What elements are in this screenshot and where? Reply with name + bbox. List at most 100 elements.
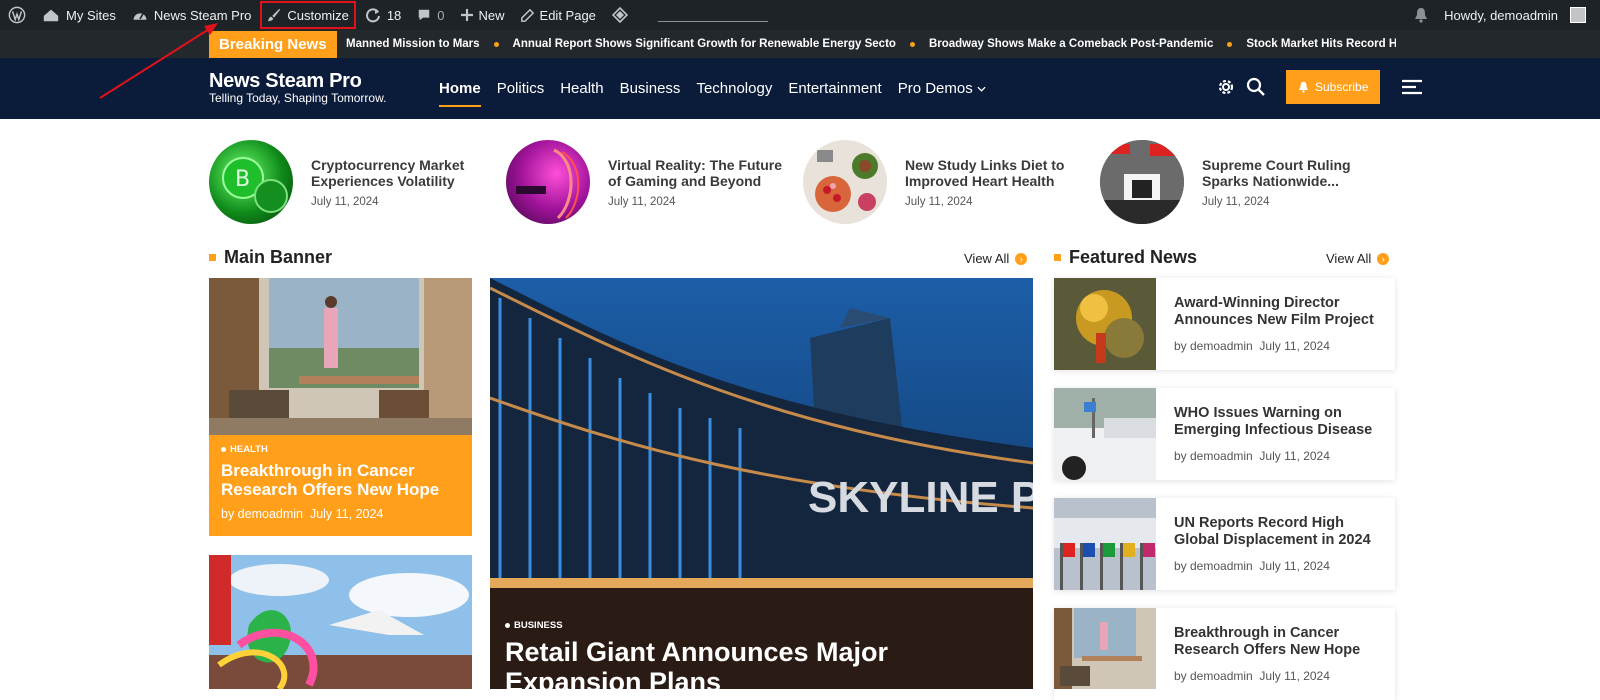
featured-item[interactable]: Breakthrough in Cancer Research Offers N… — [1054, 608, 1395, 700]
featured-meta: by demoadmin July 11, 2024 — [1174, 449, 1330, 463]
subscribe-button[interactable]: Subscribe — [1286, 70, 1381, 104]
diamond-icon — [611, 7, 628, 23]
featured-view-all[interactable]: View All › — [1326, 251, 1390, 266]
strip-item[interactable]: Virtual Reality: The Future of Gaming an… — [506, 140, 796, 224]
notifications-button[interactable] — [1406, 0, 1436, 30]
bitcoin-icon: B — [222, 157, 288, 213]
site-brand[interactable]: News Steam Pro Telling Today, Shaping To… — [209, 71, 386, 105]
strip-item[interactable]: Supreme Court Ruling Sparks Nationwide..… — [1100, 140, 1390, 224]
nav-health[interactable]: Health — [560, 76, 603, 101]
vr-headset-image — [516, 148, 580, 220]
trending-strip: B Cryptocurrency Market Experiences Vola… — [209, 140, 1393, 224]
card-author[interactable]: by demoadmin — [221, 507, 303, 521]
featured-date: July 11, 2024 — [1259, 449, 1330, 463]
nav-entertainment[interactable]: Entertainment — [788, 76, 881, 101]
hero-content: BUSINESS Retail Giant Announces Major Ex… — [505, 620, 1025, 689]
comment-bubble-icon — [419, 9, 430, 21]
chevron-right-icon: › — [1377, 252, 1390, 265]
refresh-icon — [365, 8, 380, 23]
featured-item[interactable]: Award-Winning Director Announces New Fil… — [1054, 278, 1395, 370]
card-content: HEALTH Breakthrough in Cancer Research O… — [221, 444, 461, 521]
banner-card[interactable]: HEALTH Breakthrough in Cancer Research O… — [209, 278, 472, 536]
hero-title[interactable]: Retail Giant Announces Major Expansion P… — [505, 637, 1025, 689]
featured-thumbnail — [1054, 608, 1156, 700]
svg-text:B: B — [235, 167, 250, 192]
featured-title[interactable]: Award-Winning Director Announces New Fil… — [1174, 295, 1384, 329]
edit-page-label: Edit Page — [539, 7, 596, 23]
user-account-menu[interactable]: Howdy, demoadmin — [1436, 0, 1600, 30]
hamburger-menu-icon[interactable] — [1402, 79, 1423, 95]
ticker-item[interactable]: Stock Market Hits Record High Amid — [1246, 38, 1396, 50]
thumbnail-image — [1054, 608, 1156, 689]
nav-technology[interactable]: Technology — [696, 76, 772, 101]
featured-thumbnail — [1054, 278, 1156, 370]
featured-author[interactable]: by demoadmin — [1174, 669, 1253, 683]
section-marker — [1054, 254, 1061, 261]
customize-button[interactable]: Customize — [259, 0, 356, 30]
strip-item[interactable]: New Study Links Diet to Improved Heart H… — [803, 140, 1093, 224]
strip-title[interactable]: Virtual Reality: The Future of Gaming an… — [608, 157, 788, 189]
strip-date: July 11, 2024 — [1202, 196, 1270, 208]
nav-pro-demos[interactable]: Pro Demos — [898, 76, 986, 101]
new-content-button[interactable]: New — [453, 0, 513, 30]
card-date: July 11, 2024 — [309, 507, 384, 521]
card-title[interactable]: Breakthrough in Cancer Research Offers N… — [221, 461, 461, 499]
main-banner-view-all[interactable]: View All › — [964, 251, 1028, 266]
featured-author[interactable]: by demoadmin — [1174, 339, 1253, 353]
thumbnail-image — [1054, 498, 1156, 590]
paintbrush-icon — [268, 8, 281, 22]
subscribe-label: Subscribe — [1315, 80, 1369, 94]
featured-title[interactable]: Breakthrough in Cancer Research Offers N… — [1174, 625, 1384, 659]
admin-search-input[interactable] — [657, 8, 768, 22]
updates-button[interactable]: 18 — [357, 0, 409, 30]
banner-card[interactable] — [209, 555, 472, 689]
ticker-item[interactable]: Broadway Shows Make a Comeback Post-Pand… — [929, 38, 1246, 50]
site-title: News Steam Pro — [209, 70, 362, 92]
nav-politics[interactable]: Politics — [497, 76, 545, 101]
search-icon[interactable] — [1246, 77, 1266, 97]
section-title: Main Banner — [224, 247, 333, 267]
comments-button[interactable]: 0 — [409, 0, 452, 30]
nav-home[interactable]: Home — [439, 76, 481, 107]
section-title: Featured News — [1069, 247, 1198, 267]
admin-bar-secondary: Howdy, demoadmin — [1406, 0, 1600, 30]
strip-thumbnail — [506, 140, 590, 224]
featured-title[interactable]: WHO Issues Warning on Emerging Infectiou… — [1174, 405, 1384, 439]
featured-date: July 11, 2024 — [1259, 669, 1330, 683]
strip-title[interactable]: New Study Links Diet to Improved Heart H… — [905, 157, 1085, 189]
dashboard-gauge-icon — [133, 13, 147, 20]
featured-title[interactable]: UN Reports Record High Global Displaceme… — [1174, 515, 1384, 549]
featured-item[interactable]: UN Reports Record High Global Displaceme… — [1054, 498, 1395, 590]
wordpress-logo-button[interactable] — [0, 0, 34, 30]
featured-news-heading: Featured News — [1054, 247, 1197, 268]
strip-title[interactable]: Cryptocurrency Market Experiences Volati… — [311, 157, 491, 189]
category-badge[interactable]: BUSINESS — [505, 620, 1025, 631]
featured-author[interactable]: by demoadmin — [1174, 449, 1253, 463]
plus-icon — [460, 9, 473, 21]
bell-icon — [1415, 8, 1428, 23]
nav-business[interactable]: Business — [620, 76, 681, 101]
category-badge[interactable]: HEALTH — [221, 444, 461, 455]
my-sites-label: My Sites — [66, 7, 116, 23]
protest-image — [1100, 140, 1184, 224]
card-meta: by demoadmin July 11, 2024 — [221, 507, 461, 521]
strip-date: July 11, 2024 — [608, 196, 676, 208]
strip-title[interactable]: Supreme Court Ruling Sparks Nationwide..… — [1202, 157, 1382, 189]
gear-icon[interactable] — [1216, 77, 1236, 97]
featured-item[interactable]: WHO Issues Warning on Emerging Infectiou… — [1054, 388, 1395, 480]
home-network-icon — [43, 9, 59, 22]
hero-banner-card[interactable]: SKYLINE PL BUSINESS Retail Giant Announc… — [490, 278, 1033, 689]
edit-page-button[interactable]: Edit Page — [513, 0, 604, 30]
strip-date: July 11, 2024 — [311, 196, 379, 208]
site-header: News Steam Pro Telling Today, Shaping To… — [0, 58, 1600, 119]
ticker-item[interactable]: Manned Mission to Mars — [346, 38, 513, 50]
chevron-right-icon: › — [1015, 252, 1028, 265]
strip-thumbnail — [803, 140, 887, 224]
ticker-item[interactable]: Annual Report Shows Significant Growth f… — [513, 38, 929, 50]
diamond-plugin-button[interactable] — [604, 0, 636, 30]
site-name-menu[interactable]: News Steam Pro — [124, 0, 260, 30]
featured-author[interactable]: by demoadmin — [1174, 559, 1253, 573]
my-sites-menu[interactable]: My Sites — [34, 0, 124, 30]
strip-date: July 11, 2024 — [905, 196, 973, 208]
strip-item[interactable]: B Cryptocurrency Market Experiences Vola… — [209, 140, 499, 224]
